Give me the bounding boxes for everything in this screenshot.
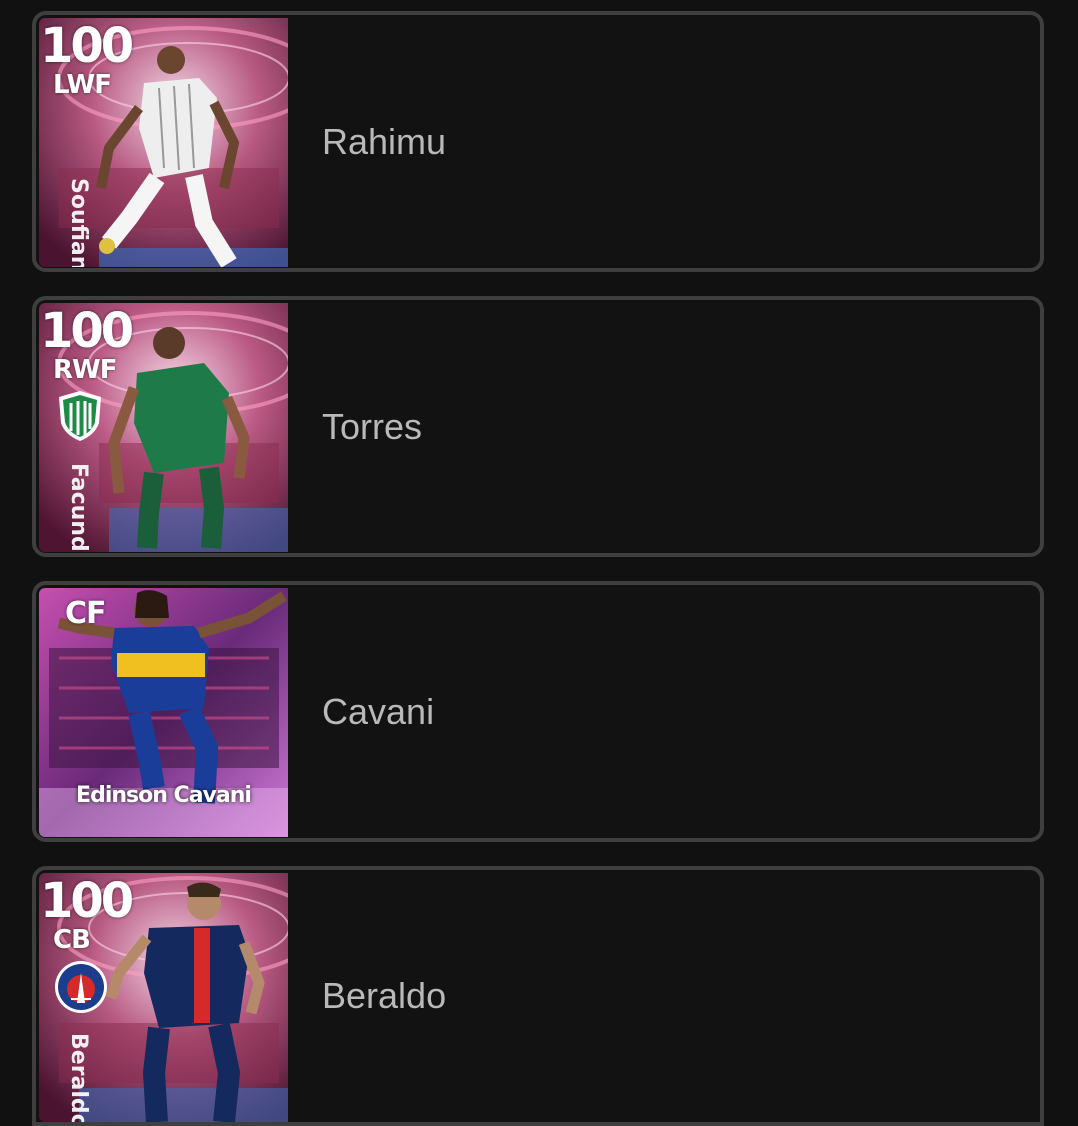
player-card-image: 100 LWF Soufiane xyxy=(39,18,288,267)
player-card-rahimu[interactable]: 100 LWF Soufiane Rahimu xyxy=(32,11,1044,272)
player-card-torres[interactable]: 100 RWF Facundo Torres xyxy=(32,296,1044,557)
player-name: Cavani xyxy=(322,690,435,732)
player-name: Torres xyxy=(322,405,423,447)
card-player-name: Soufiane xyxy=(66,178,91,267)
card-rating: 100 xyxy=(40,873,134,929)
card-player-name: Beraldo xyxy=(66,1033,91,1122)
player-name: Beraldo xyxy=(322,975,447,1016)
player-list: 100 LWF Soufiane Rahimu 100 RWF Facundo … xyxy=(0,0,1078,1126)
player-card-beraldo[interactable]: 100 CB Beraldo Beraldo xyxy=(32,866,1044,1126)
green-shield-icon xyxy=(59,391,101,441)
card-position: LWF xyxy=(53,70,112,100)
card-player-name: Edinson Cavani xyxy=(76,783,252,808)
psg-crest-icon xyxy=(55,961,107,1013)
card-rating: 100 xyxy=(40,18,134,74)
player-card-image: CF Edinson Cavani xyxy=(39,588,288,837)
player-card-cavani[interactable]: CF Edinson Cavani Cavani xyxy=(32,581,1044,842)
card-position: RWF xyxy=(53,355,117,385)
card-rating: 100 xyxy=(40,303,134,359)
card-position: CB xyxy=(53,925,91,955)
card-player-name: Facundo xyxy=(66,463,91,552)
player-name: Rahimu xyxy=(322,120,447,162)
card-position: CF xyxy=(65,596,107,631)
player-card-image: 100 RWF Facundo xyxy=(39,303,288,552)
player-card-image: 100 CB Beraldo xyxy=(39,873,288,1122)
